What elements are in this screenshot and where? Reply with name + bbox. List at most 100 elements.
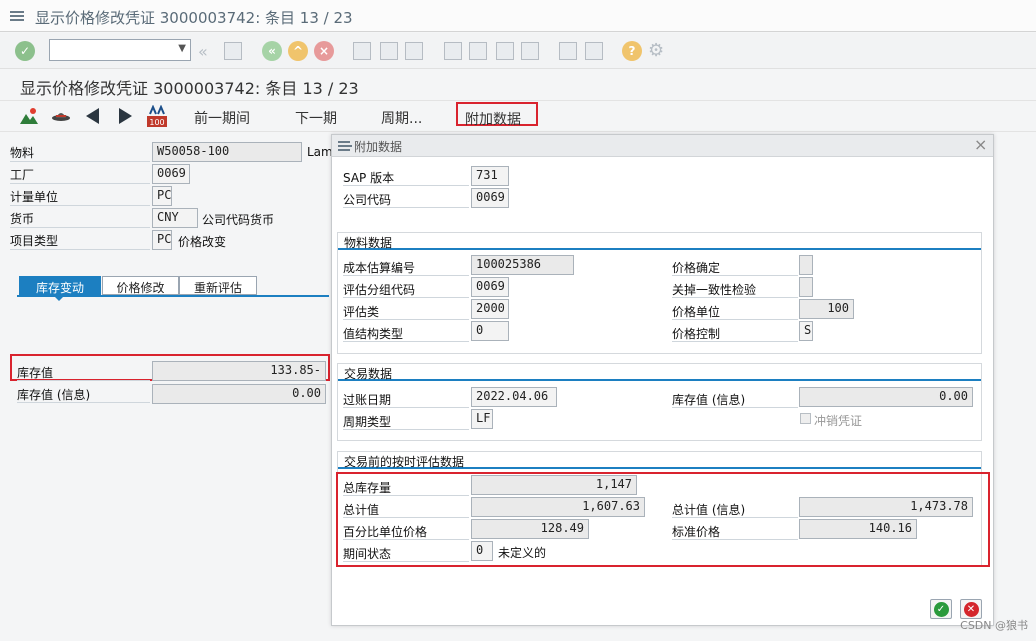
reversal-label: 冲销凭证 [814, 414, 863, 428]
price-unit-field: 100 [799, 299, 854, 319]
consistency-check-field [799, 277, 813, 297]
stock-value-field: 133.85- [152, 361, 326, 381]
find-next-icon[interactable] [405, 42, 423, 60]
find-icon[interactable] [380, 42, 398, 60]
valuation-group-field: 0069 [471, 277, 509, 297]
save-icon[interactable] [224, 42, 242, 60]
back-icon[interactable]: « [262, 41, 282, 61]
new-session-icon[interactable] [559, 42, 577, 60]
tab-underline [17, 295, 329, 297]
item-type-field: PC [152, 230, 172, 250]
next-period-button[interactable]: 下一期 [295, 108, 337, 128]
first-page-icon[interactable] [444, 42, 462, 60]
total-value-info-field: 1,473.78 [799, 497, 973, 517]
item-type-label: 项目类型 [10, 232, 150, 250]
page-title: 显示价格修改凭证 3000003742: 条目 13 / 23 [20, 79, 359, 98]
posting-date-label: 过账日期 [343, 391, 469, 408]
percent-unit-price-field: 128.49 [471, 519, 589, 539]
cost-estimate-no-label: 成本估算编号 [343, 259, 469, 276]
cost-estimate-no-field: 100025386 [471, 255, 574, 275]
total-value-label: 总计值 [343, 501, 469, 518]
stock-info-label: 库存值 (信息) [672, 391, 798, 408]
consistency-check-label: 关掉一致性检验 [672, 281, 798, 298]
window-title: 显示价格修改凭证 3000003742: 条目 13 / 23 [35, 9, 353, 27]
valuation-group-label: 评估分组代码 [343, 281, 469, 298]
period-status-description: 未定义的 [498, 546, 547, 560]
period-status-label: 期间状态 [343, 545, 469, 562]
dialog-title: 附加数据 [354, 140, 403, 154]
reversal-checkbox[interactable] [800, 413, 811, 424]
next-page-icon[interactable] [496, 42, 514, 60]
next-arrow-icon[interactable] [118, 108, 132, 127]
total-stock-field: 1,147 [471, 475, 637, 495]
print-icon[interactable] [353, 42, 371, 60]
stock-value-label: 库存值 [17, 364, 150, 381]
standard-price-field: 140.16 [799, 519, 917, 539]
uom-field: PC [152, 186, 172, 206]
valuation-class-field: 2000 [471, 299, 509, 319]
cancel-button[interactable]: ✕ [960, 599, 982, 619]
uom-label: 计量单位 [10, 188, 150, 206]
command-field[interactable]: ▼ [49, 39, 191, 61]
standard-toolbar: ✓ ▼ « « ^ × ? ⚙ [0, 33, 1036, 69]
sap-version-field: 731 [471, 166, 509, 186]
dialog-header: 附加数据 × [332, 135, 993, 157]
price-determination-label: 价格确定 [672, 259, 798, 276]
tab-price-change[interactable]: 价格修改 [102, 276, 179, 295]
percent-unit-price-label: 百分比单位价格 [343, 523, 469, 540]
watermark: CSDN @狼书 [960, 619, 1028, 632]
period-type-label: 周期类型 [343, 413, 469, 430]
tab-revaluation[interactable]: 重新评估 [179, 276, 257, 295]
window-title-bar: 显示价格修改凭证 3000003742: 条目 13 / 23 [0, 0, 1036, 32]
hat-icon[interactable] [52, 108, 70, 122]
material-label: 物料 [10, 144, 150, 162]
currency-field: CNY [152, 208, 198, 228]
standard-price-label: 标准价格 [672, 523, 798, 540]
cancel-icon[interactable]: × [314, 41, 334, 61]
tab-stock-movement[interactable]: 库存变动 [19, 276, 101, 295]
application-toolbar: 100 前一期间 下一期 周期... 附加数据 [0, 100, 1036, 132]
prev-period-button[interactable]: 前一期间 [194, 108, 250, 128]
last-page-icon[interactable] [521, 42, 539, 60]
price-control-label: 价格控制 [672, 325, 798, 342]
additional-data-button[interactable]: 附加数据 [465, 109, 521, 129]
checkmark-icon: ✓ [933, 601, 949, 617]
dialog-menu-icon[interactable] [338, 141, 352, 151]
mountain-icon[interactable] [20, 108, 38, 124]
price-determination-field [799, 255, 813, 275]
plant-label: 工厂 [10, 166, 150, 184]
stock-info-field: 0.00 [799, 387, 973, 407]
period-status-field: 0 [471, 541, 493, 561]
help-icon[interactable]: ? [622, 41, 642, 61]
total-value-info-label: 总计值 (信息) [672, 501, 798, 518]
stock-value-info-field: 0.00 [152, 384, 326, 404]
transaction-data-group-title: 交易数据 [338, 364, 981, 381]
enter-icon[interactable]: ✓ [15, 41, 35, 61]
exit-icon[interactable]: ^ [288, 41, 308, 61]
chevron-down-icon[interactable]: ▼ [178, 43, 186, 54]
valuation-class-label: 评估类 [343, 303, 469, 320]
currency-description: 公司代码货币 [202, 213, 275, 227]
sap-version-label: SAP 版本 [343, 169, 469, 186]
additional-data-dialog: 附加数据 × SAP 版本 731 公司代码 0069 物料数据 成本估算编号 … [331, 134, 994, 626]
calendar-100-icon[interactable]: 100 [147, 104, 167, 127]
posting-date-field: 2022.04.06 [471, 387, 557, 407]
previous-arrow-icon[interactable] [86, 108, 100, 127]
gear-icon[interactable]: ⚙ [648, 40, 664, 61]
period-type-field: LF [471, 409, 493, 429]
pre-transaction-valuation-title: 交易前的按时评估数据 [338, 452, 981, 469]
close-icon[interactable]: × [974, 135, 987, 154]
menu-icon[interactable] [10, 11, 24, 21]
confirm-button[interactable]: ✓ [930, 599, 952, 619]
shortcut-icon[interactable] [585, 42, 603, 60]
page-header: 显示价格修改凭证 3000003742: 条目 13 / 23 [0, 70, 1036, 100]
prev-page-icon[interactable] [469, 42, 487, 60]
period-button[interactable]: 周期... [381, 108, 422, 128]
value-structure-label: 值结构类型 [343, 325, 469, 342]
price-control-field: S [799, 321, 813, 341]
stock-value-info-label: 库存值 (信息) [17, 386, 150, 403]
total-stock-label: 总库存量 [343, 479, 469, 496]
currency-label: 货币 [10, 210, 150, 228]
back-double-icon[interactable]: « [198, 42, 208, 61]
cancel-x-icon: ✕ [963, 601, 979, 617]
